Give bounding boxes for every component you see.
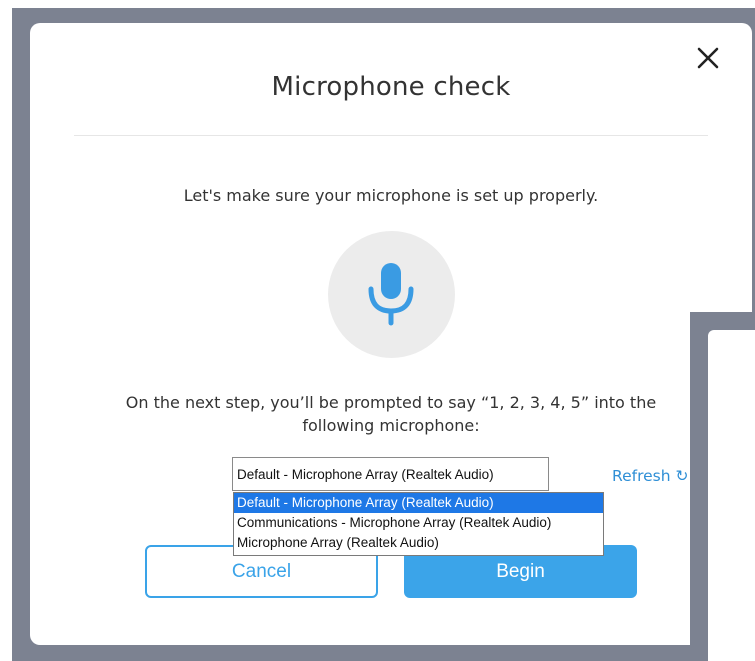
left-edge [0, 0, 12, 661]
close-button[interactable] [694, 44, 722, 72]
prompt-line-1: On the next step, you’ll be prompted to … [125, 393, 657, 412]
microphone-select[interactable]: Default - Microphone Array (Realtek Audi… [232, 457, 549, 491]
refresh-link[interactable]: Refresh ↻ [612, 467, 688, 485]
microphone-dropdown-list: Default - Microphone Array (Realtek Audi… [233, 492, 604, 556]
top-edge [0, 0, 755, 8]
microphone-icon [368, 263, 414, 326]
dropdown-option[interactable]: Default - Microphone Array (Realtek Audi… [234, 493, 603, 513]
dialog-title: Microphone check [271, 72, 511, 102]
dropdown-option[interactable]: Communications - Microphone Array (Realt… [234, 513, 603, 533]
prompt-text: On the next step, you’ll be prompted to … [105, 391, 677, 437]
background-window [708, 330, 755, 661]
prompt-line-2: following microphone: [302, 416, 480, 435]
close-icon [697, 47, 719, 69]
title-divider [74, 135, 708, 136]
dialog-subtitle: Let's make sure your microphone is set u… [183, 186, 599, 205]
dropdown-option[interactable]: Microphone Array (Realtek Audio) [234, 533, 603, 553]
